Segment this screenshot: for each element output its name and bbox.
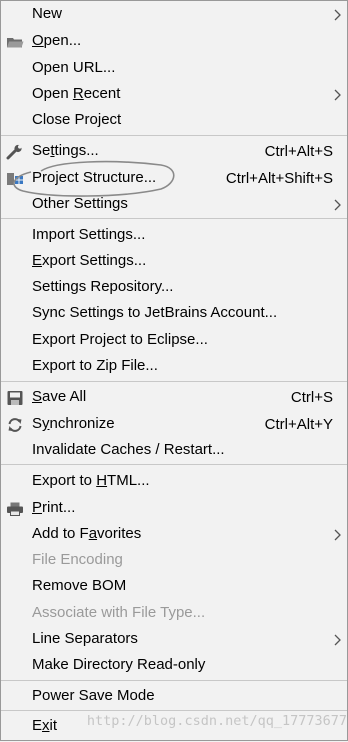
menu-item-new[interactable]: New (1, 2, 347, 28)
menu-item-label: Remove BOM (32, 577, 127, 594)
menu-item-close-project[interactable]: Close Project (1, 108, 347, 134)
menu-item-label: Print... (32, 499, 76, 516)
menu-item-make-readonly[interactable]: Make Directory Read-only (1, 653, 347, 679)
menu-item-add-favorites[interactable]: Add to Favorites (1, 522, 347, 548)
menu-separator (1, 218, 347, 219)
chevron-right-icon (334, 634, 341, 646)
folder-icon (7, 38, 24, 48)
chevron-right-icon (334, 89, 341, 101)
menu-item-label: Add to Favorites (32, 525, 142, 542)
menu-item-shortcut: Ctrl+S (290, 389, 333, 406)
menu-item-shortcut: Ctrl+Alt+S (264, 143, 333, 160)
menu-item-other-settings[interactable]: Other Settings (1, 192, 347, 218)
menu-item-label: Export Project to Eclipse... (32, 331, 208, 348)
menu-item-label: Synchronize (32, 415, 115, 432)
menu-item-label: Line Separators (32, 630, 138, 647)
menu-item-label: Open URL... (32, 59, 116, 76)
menu-item-associate-file-type: Associate with File Type... (1, 601, 347, 627)
printer-icon (7, 502, 23, 516)
menu-item-label: Close Project (32, 111, 122, 128)
menu-item-line-separators[interactable]: Line Separators (1, 627, 347, 653)
save-icon (7, 391, 23, 405)
menu-item-label: Settings... (32, 142, 99, 159)
menu-item-label: Settings Repository... (32, 278, 174, 295)
menu-item-sync-settings[interactable]: Sync Settings to JetBrains Account... (1, 301, 347, 327)
menu-item-label: Export to Zip File... (32, 357, 158, 374)
menu-item-label: Save All (32, 388, 87, 405)
menu-item-export-zip[interactable]: Export to Zip File... (1, 354, 347, 380)
menu-item-project-structure[interactable]: Project Structure... Ctrl+Alt+Shift+S (1, 166, 347, 192)
menu-item-label: Import Settings... (32, 226, 146, 243)
menu-separator (1, 710, 347, 711)
chevron-right-icon (334, 199, 341, 211)
menu-item-settings[interactable]: Settings... Ctrl+Alt+S (1, 139, 347, 165)
menu-item-synchronize[interactable]: Synchronize Ctrl+Alt+Y (1, 412, 347, 438)
menu-item-label: Sync Settings to JetBrains Account... (32, 304, 278, 321)
menu-item-label: Other Settings (32, 195, 128, 212)
menu-separator (1, 680, 347, 681)
menu-item-label: File Encoding (32, 551, 123, 568)
menu-item-import-settings[interactable]: Import Settings... (1, 223, 347, 249)
menu-item-label: Associate with File Type... (32, 604, 206, 621)
project-structure-icon (7, 173, 23, 185)
menu-item-export-settings[interactable]: Export Settings... (1, 249, 347, 275)
menu-item-label: Export Settings... (32, 252, 147, 269)
menu-item-open[interactable]: Open... (1, 29, 347, 55)
menu-item-label: Invalidate Caches / Restart... (32, 441, 225, 458)
menu-item-label: Power Save Mode (32, 687, 155, 704)
menu-item-file-encoding: File Encoding (1, 548, 347, 574)
menu-item-print[interactable]: Print... (1, 496, 347, 522)
chevron-right-icon (334, 529, 341, 541)
menu-item-export-html[interactable]: Export to HTML... (1, 469, 347, 495)
menu-item-save-all[interactable]: Save All Ctrl+S (1, 385, 347, 411)
sync-icon (8, 418, 22, 432)
menu-item-open-recent[interactable]: Open Recent (1, 82, 347, 108)
file-menu: New Open... Open URL... Open Recent Clos… (0, 0, 348, 741)
chevron-right-icon (334, 9, 341, 21)
menu-separator (1, 381, 347, 382)
wrench-icon (6, 144, 22, 160)
menu-item-export-eclipse[interactable]: Export Project to Eclipse... (1, 328, 347, 354)
menu-item-label: New (32, 5, 63, 22)
menu-item-remove-bom[interactable]: Remove BOM (1, 574, 347, 600)
menu-item-label: Project Structure... (32, 169, 157, 186)
menu-item-shortcut: Ctrl+Alt+Shift+S (225, 170, 333, 187)
menu-item-label: Open Recent (32, 85, 121, 102)
menu-item-shortcut: Ctrl+Alt+Y (264, 416, 333, 433)
menu-separator (1, 464, 347, 465)
menu-item-invalidate-caches[interactable]: Invalidate Caches / Restart... (1, 438, 347, 464)
menu-item-open-url[interactable]: Open URL... (1, 56, 347, 82)
menu-item-label: Make Directory Read-only (32, 656, 206, 673)
menu-separator (1, 135, 347, 136)
menu-item-label: Open... (32, 32, 82, 49)
menu-item-label: Export to HTML... (32, 472, 150, 489)
watermark: http://blog.csdn.net/qq_17773677 (86, 713, 347, 729)
menu-item-settings-repository[interactable]: Settings Repository... (1, 275, 347, 301)
menu-item-power-save-mode[interactable]: Power Save Mode (1, 684, 347, 710)
